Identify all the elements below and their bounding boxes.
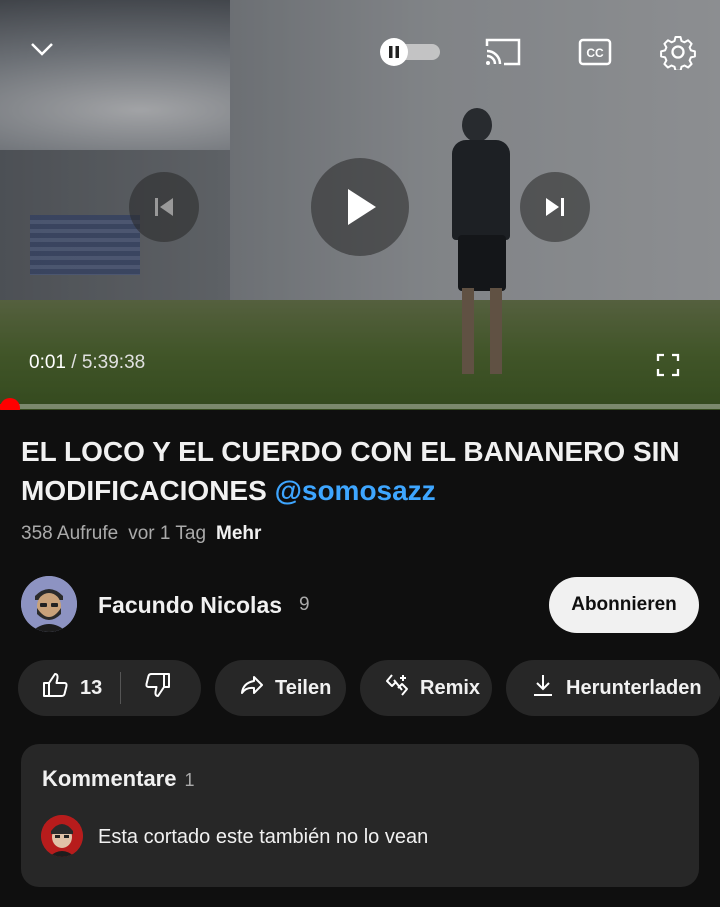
share-label: Teilen bbox=[275, 676, 332, 699]
video-title[interactable]: EL LOCO Y EL CUERDO CON EL BANANERO SIN … bbox=[21, 432, 701, 510]
subscribe-button[interactable]: Abonnieren bbox=[549, 577, 699, 633]
channel-row: Facundo Nicolas 9 Abonnieren bbox=[21, 576, 701, 634]
download-label: Herunterladen bbox=[566, 676, 702, 699]
thumbs-up-icon[interactable] bbox=[40, 670, 70, 706]
download-button[interactable]: Herunterladen bbox=[506, 660, 720, 716]
previous-icon bbox=[155, 198, 173, 216]
time-display: 0:01 / 5:39:38 bbox=[29, 352, 145, 374]
play-button[interactable] bbox=[311, 158, 409, 256]
comments-title: Kommentare bbox=[42, 766, 177, 791]
commenter-avatar bbox=[41, 815, 83, 857]
duration: 5:39:38 bbox=[81, 352, 146, 373]
current-time: 0:01 bbox=[29, 352, 66, 373]
comments-count: 1 bbox=[184, 770, 195, 790]
remix-button[interactable]: Remix bbox=[360, 660, 492, 716]
share-icon bbox=[239, 672, 265, 704]
comments-card[interactable]: Kommentare 1 Esta cortado este también no… bbox=[21, 744, 699, 887]
video-player[interactable]: CC 0:01 / 5:39:38 bbox=[0, 0, 720, 410]
chevron-down-icon[interactable] bbox=[22, 32, 62, 66]
top-comment-text: Esta cortado este también no lo vean bbox=[98, 826, 429, 848]
progress-bar[interactable] bbox=[0, 404, 720, 409]
divider bbox=[120, 672, 122, 704]
more-link[interactable]: Mehr bbox=[216, 523, 261, 545]
next-button[interactable] bbox=[520, 172, 590, 242]
upload-age: vor 1 Tag bbox=[128, 523, 207, 544]
download-icon bbox=[530, 672, 556, 704]
video-meta[interactable]: 358 Aufrufe vor 1 Tag Mehr bbox=[21, 523, 261, 545]
channel-name[interactable]: Facundo Nicolas bbox=[98, 592, 282, 619]
time-separator: / bbox=[65, 352, 82, 373]
mention-link[interactable]: @somosazz bbox=[275, 475, 436, 506]
previous-button[interactable] bbox=[129, 172, 199, 242]
fullscreen-icon[interactable] bbox=[652, 350, 684, 380]
action-bar: 13 Teilen Remix Herunterladen bbox=[18, 660, 720, 716]
remix-label: Remix bbox=[420, 676, 481, 699]
comments-heading: Kommentare 1 bbox=[42, 766, 195, 792]
channel-avatar[interactable] bbox=[21, 576, 77, 632]
captions-icon[interactable]: CC bbox=[575, 36, 615, 68]
settings-icon[interactable] bbox=[656, 30, 700, 74]
cast-icon[interactable] bbox=[482, 34, 524, 70]
subscriber-count: 9 bbox=[299, 594, 310, 615]
pause-icon bbox=[380, 38, 408, 66]
autoplay-toggle[interactable] bbox=[380, 38, 442, 66]
play-icon bbox=[348, 189, 376, 225]
share-button[interactable]: Teilen bbox=[215, 660, 346, 716]
remix-icon bbox=[384, 672, 410, 704]
svg-text:CC: CC bbox=[586, 46, 604, 60]
thumbs-down-icon[interactable] bbox=[143, 670, 173, 706]
like-dislike-group: 13 bbox=[18, 660, 201, 716]
view-count: 358 Aufrufe bbox=[21, 523, 119, 544]
next-icon bbox=[546, 198, 564, 216]
like-count[interactable]: 13 bbox=[80, 677, 102, 700]
